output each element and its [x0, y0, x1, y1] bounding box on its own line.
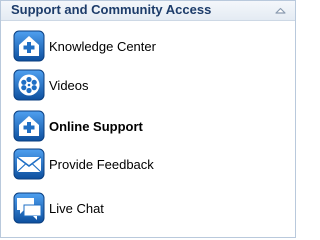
knowledge-center-label: Knowledge Center — [49, 39, 156, 54]
live-chat-label: Live Chat — [49, 201, 104, 216]
film-reel-icon — [13, 69, 45, 101]
panel-title: Support and Community Access — [11, 2, 212, 17]
videos-label: Videos — [49, 78, 89, 93]
support-panel: Support and Community Access Knowledge C… — [0, 0, 296, 238]
knowledge-center-link[interactable]: Knowledge Center — [13, 30, 283, 64]
online-support-link[interactable]: Online Support — [13, 110, 283, 144]
provide-feedback-link[interactable]: Provide Feedback — [13, 148, 283, 182]
panel-header: Support and Community Access — [1, 1, 295, 21]
chat-bubbles-icon — [13, 192, 45, 224]
envelope-icon — [13, 148, 45, 180]
provide-feedback-label: Provide Feedback — [49, 157, 154, 172]
medical-plus-icon — [13, 30, 45, 62]
chevron-up-icon[interactable] — [274, 4, 287, 16]
medical-plus-icon — [13, 110, 45, 142]
online-support-label: Online Support — [49, 119, 143, 134]
videos-link[interactable]: Videos — [13, 69, 283, 103]
live-chat-link[interactable]: Live Chat — [13, 192, 283, 226]
